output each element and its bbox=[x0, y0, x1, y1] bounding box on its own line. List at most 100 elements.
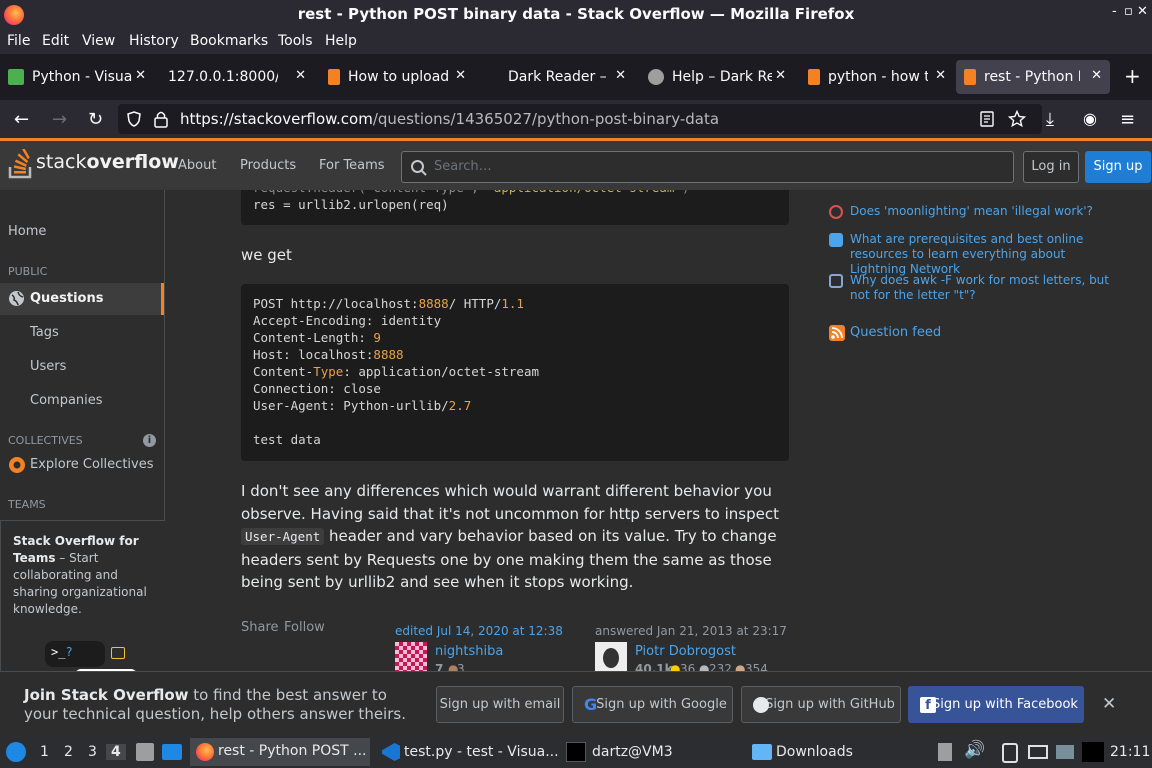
menu-tools[interactable]: Tools bbox=[278, 33, 313, 49]
reload-icon[interactable]: ↻ bbox=[88, 109, 103, 130]
downloads-icon[interactable]: ⤓ bbox=[1046, 109, 1054, 130]
tab-close-icon[interactable]: ✕ bbox=[1091, 68, 1102, 83]
taskbar-firefox-label: rest - Python POST ... bbox=[218, 743, 367, 759]
code-line: res = urllib2.urlopen(req) bbox=[253, 197, 449, 212]
tab-help-dark-reader[interactable]: Help – Dark Re ✕ bbox=[640, 60, 794, 94]
tab-close-icon[interactable]: ✕ bbox=[935, 68, 946, 83]
dark-reader-extension-icon[interactable]: ◉ bbox=[1083, 109, 1097, 128]
question-feed-link[interactable]: Question feed bbox=[850, 325, 941, 340]
code-line: Content-Length: 9 bbox=[253, 330, 381, 345]
display-icon[interactable] bbox=[1056, 745, 1074, 759]
edited-timestamp[interactable]: edited Jul 14, 2020 at 12:38 bbox=[395, 624, 563, 638]
taskbar-firefox-window[interactable]: rest - Python POST ... bbox=[190, 738, 370, 766]
system-taskbar: 1 2 3 4 rest - Python POST ... test.py -… bbox=[0, 736, 1152, 768]
start-menu-icon[interactable] bbox=[6, 742, 26, 762]
sidebar-item-tags[interactable]: Tags bbox=[30, 325, 59, 340]
menu-edit[interactable]: Edit bbox=[42, 33, 69, 49]
volume-icon[interactable]: 🔊 bbox=[964, 740, 985, 760]
author-name[interactable]: Piotr Dobrogost bbox=[635, 644, 736, 659]
code-number: 8888 bbox=[373, 347, 404, 362]
tab-dark-reader[interactable]: Dark Reader – ✕ bbox=[480, 60, 634, 94]
workspace-4[interactable]: 4 bbox=[106, 744, 126, 760]
tab-label: rest - Python P bbox=[984, 69, 1080, 85]
sidebar-item-companies[interactable]: Companies bbox=[30, 393, 103, 408]
tab-close-icon[interactable]: ✕ bbox=[455, 68, 466, 83]
tab-close-icon[interactable]: ✕ bbox=[295, 68, 306, 83]
google-icon: G bbox=[584, 695, 598, 714]
show-desktop-icon[interactable] bbox=[162, 744, 182, 760]
sidebar-item-home[interactable]: Home bbox=[8, 224, 46, 239]
lock-icon[interactable] bbox=[154, 110, 168, 128]
tab-close-icon[interactable]: ✕ bbox=[135, 68, 146, 83]
editor-reputation: 7 bbox=[435, 662, 444, 671]
back-arrow-icon[interactable]: ← bbox=[14, 109, 29, 130]
code-text: Host: localhost: bbox=[253, 347, 374, 362]
search-input[interactable]: Search… bbox=[401, 151, 1014, 183]
nav-products[interactable]: Products bbox=[240, 158, 296, 173]
share-link[interactable]: Share bbox=[241, 620, 279, 635]
code-line-cropped: request.header('Content-Type', 'applicat… bbox=[253, 190, 690, 195]
sidebar-item-questions[interactable]: Questions bbox=[30, 291, 103, 306]
tab-close-icon[interactable]: ✕ bbox=[775, 68, 786, 83]
menu-bookmarks[interactable]: Bookmarks bbox=[190, 33, 268, 49]
gold-badge-count: 36 bbox=[680, 662, 696, 671]
info-icon[interactable]: i bbox=[143, 434, 156, 447]
tab-python-visual[interactable]: Python - Visual ✕ bbox=[0, 60, 154, 94]
avatar[interactable] bbox=[595, 642, 627, 671]
taskbar-terminal-window[interactable]: dartz@VM3 bbox=[592, 744, 673, 760]
nav-about[interactable]: About bbox=[178, 158, 216, 173]
network-icon[interactable] bbox=[1028, 745, 1048, 759]
stackoverflow-wordmark[interactable]: stackoverflow bbox=[36, 151, 179, 173]
close-banner-icon[interactable]: ✕ bbox=[1102, 694, 1116, 714]
eject-icon[interactable] bbox=[938, 743, 952, 761]
sidebar-item-explore-collectives[interactable]: Explore Collectives bbox=[30, 457, 154, 472]
new-tab-plus-icon[interactable]: + bbox=[1124, 64, 1141, 88]
bookmark-star-icon[interactable] bbox=[1008, 110, 1026, 128]
sidebar-item-users[interactable]: Users bbox=[30, 359, 66, 374]
answered-timestamp: answered Jan 21, 2013 at 23:17 bbox=[595, 624, 787, 638]
close-window-button[interactable]: ✕ bbox=[1137, 4, 1148, 19]
signup-google-button[interactable]: G Sign up with Google bbox=[572, 686, 733, 723]
taskbar-vscode-window[interactable]: test.py - test - Visua... bbox=[404, 744, 559, 760]
tab-python-how-to[interactable]: python - how t ✕ bbox=[800, 60, 954, 94]
reader-view-icon[interactable] bbox=[980, 111, 994, 127]
signup-email-button[interactable]: Sign up with email bbox=[436, 686, 564, 723]
hot-question-link[interactable]: Why does awk -F work for most letters, b… bbox=[850, 273, 1125, 303]
url-path: /questions/14365027/python-post-binary-d… bbox=[372, 110, 720, 128]
maximize-button[interactable]: ▫ bbox=[1124, 4, 1133, 19]
workspace-2[interactable]: 2 bbox=[64, 744, 73, 760]
hot-question-link[interactable]: What are prerequisites and best online r… bbox=[850, 232, 1125, 277]
signup-button[interactable]: Sign up bbox=[1085, 151, 1151, 183]
signup-facebook-button[interactable]: f Sign up with Facebook bbox=[908, 686, 1084, 723]
menu-help[interactable]: Help bbox=[325, 33, 357, 49]
chat-bubble-icon bbox=[111, 647, 125, 659]
tab-close-icon[interactable]: ✕ bbox=[615, 68, 626, 83]
login-button[interactable]: Log in bbox=[1023, 151, 1079, 183]
workspace-3[interactable]: 3 bbox=[88, 744, 97, 760]
taskbar-downloads-window[interactable]: Downloads bbox=[776, 744, 853, 760]
avatar[interactable] bbox=[395, 642, 427, 671]
shield-icon[interactable] bbox=[126, 111, 142, 127]
file-manager-icon[interactable] bbox=[136, 743, 154, 761]
bronze-badge-icon: ● bbox=[735, 662, 746, 671]
url-bar[interactable]: https://stackoverflow.com/questions/1436… bbox=[118, 104, 1042, 134]
code-line: Host: localhost:8888 bbox=[253, 347, 404, 362]
clipboard-icon[interactable] bbox=[1002, 743, 1018, 763]
code-text: User-Agent: Python-urllib/ bbox=[253, 398, 449, 413]
tab-localhost[interactable]: 127.0.0.1:8000/ ✕ bbox=[160, 60, 314, 94]
forward-arrow-icon[interactable]: → bbox=[52, 109, 67, 130]
menu-view[interactable]: View bbox=[82, 33, 115, 49]
minimize-button[interactable]: - bbox=[1112, 4, 1117, 19]
editor-name[interactable]: nightshiba bbox=[435, 644, 503, 659]
follow-link[interactable]: Follow bbox=[284, 620, 325, 635]
signup-github-button[interactable]: Sign up with GitHub bbox=[741, 686, 901, 723]
nav-for-teams[interactable]: For Teams bbox=[319, 158, 385, 173]
menu-file[interactable]: File bbox=[7, 33, 30, 49]
stackoverflow-logo-icon[interactable] bbox=[8, 149, 34, 179]
tab-rest-python-post[interactable]: rest - Python P ✕ bbox=[956, 60, 1110, 94]
menu-history[interactable]: History bbox=[129, 33, 179, 49]
tab-how-to-upload[interactable]: How to upload ✕ bbox=[320, 60, 474, 94]
hamburger-menu-icon[interactable]: ≡ bbox=[1120, 109, 1135, 130]
workspace-1[interactable]: 1 bbox=[40, 744, 49, 760]
hot-question-link[interactable]: Does 'moonlighting' mean 'illegal work'? bbox=[850, 204, 1125, 219]
